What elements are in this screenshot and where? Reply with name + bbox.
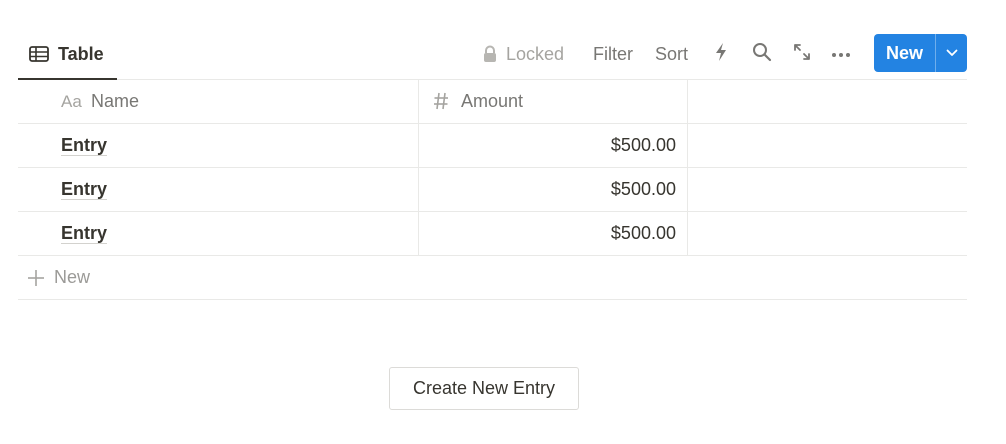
column-header-name-label: Name <box>91 91 140 111</box>
table-row: Entry $500.00 <box>18 212 967 256</box>
name-cell[interactable]: Entry <box>18 168 419 211</box>
add-new-row-label: New <box>54 267 91 287</box>
name-cell[interactable]: Entry <box>18 124 419 167</box>
amount-value: $500.00 <box>610 135 676 155</box>
more-options-button[interactable] <box>829 42 853 66</box>
empty-cell <box>688 212 967 255</box>
create-new-entry-button[interactable]: Create New Entry <box>389 367 579 410</box>
amount-cell[interactable]: $500.00 <box>419 168 688 211</box>
empty-cell <box>688 124 967 167</box>
chevron-down-icon <box>946 44 958 62</box>
expand-icon <box>793 43 811 66</box>
database-toolbar: Table Locked Filter Sort New <box>18 30 967 80</box>
search-button[interactable] <box>750 42 774 66</box>
entry-title-link[interactable]: Entry <box>61 179 108 200</box>
add-column-area[interactable] <box>688 80 967 123</box>
new-dropdown-button[interactable] <box>936 34 967 72</box>
entry-title-link[interactable]: Entry <box>61 223 108 244</box>
locked-label: Locked <box>506 44 565 64</box>
column-header-amount[interactable]: Amount <box>419 80 688 123</box>
table-icon <box>29 46 49 62</box>
amount-value: $500.00 <box>610 223 676 243</box>
filter-button[interactable]: Filter <box>593 42 633 66</box>
automation-button[interactable] <box>709 42 733 66</box>
table-header: Aa Name Amount <box>18 80 967 124</box>
column-header-amount-label: Amount <box>461 91 524 111</box>
text-property-icon: Aa <box>61 92 82 111</box>
database-table: Aa Name Amount Entry $500.00 Entry $500.… <box>18 80 967 300</box>
open-full-page-button[interactable] <box>790 42 814 66</box>
table-row: Entry $500.00 <box>18 124 967 168</box>
column-header-name[interactable]: Aa Name <box>18 80 419 123</box>
name-cell[interactable]: Entry <box>18 212 419 255</box>
entry-title-link[interactable]: Entry <box>61 135 108 156</box>
empty-cell <box>688 168 967 211</box>
table-row: Entry $500.00 <box>18 168 967 212</box>
amount-cell[interactable]: $500.00 <box>419 124 688 167</box>
lock-icon <box>483 45 497 63</box>
search-icon <box>752 42 772 67</box>
sort-button[interactable]: Sort <box>655 42 688 66</box>
tab-table-label: Table <box>58 44 104 64</box>
bolt-icon <box>714 42 728 67</box>
plus-icon <box>27 269 45 287</box>
number-icon <box>433 92 449 110</box>
tab-table-view[interactable]: Table <box>18 30 117 80</box>
amount-cell[interactable]: $500.00 <box>419 212 688 255</box>
add-new-row-button[interactable]: New <box>18 256 967 300</box>
new-button[interactable]: New <box>874 34 967 72</box>
amount-value: $500.00 <box>610 179 676 199</box>
new-button-label[interactable]: New <box>874 34 935 72</box>
more-icon <box>831 45 851 63</box>
locked-indicator[interactable]: Locked <box>483 42 564 66</box>
